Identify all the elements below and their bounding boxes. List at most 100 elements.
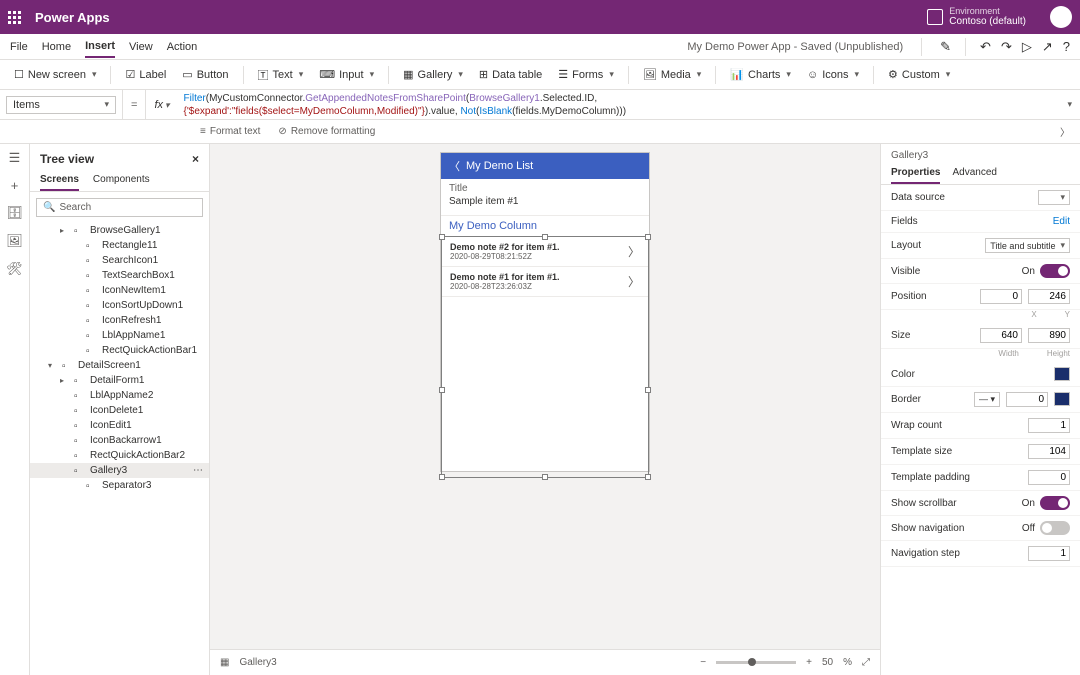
icons-button[interactable]: ☺ Icons▾ (801, 66, 865, 84)
visible-toggle[interactable] (1040, 264, 1070, 278)
tree-node[interactable]: ▫SearchIcon1 (30, 253, 209, 268)
nav-step-input[interactable] (1028, 546, 1070, 561)
equals-icon: = (122, 90, 146, 119)
breadcrumb[interactable]: Gallery3 (239, 657, 276, 668)
tree-node[interactable]: ▫RectQuickActionBar2 (30, 448, 209, 463)
tree-node[interactable]: ▫IconEdit1 (30, 418, 209, 433)
menu-bar: File Home Insert View Action My Demo Pow… (0, 34, 1080, 60)
share-icon[interactable]: ↗ (1042, 35, 1053, 59)
avatar[interactable] (1050, 6, 1072, 28)
border-color[interactable] (1054, 392, 1070, 406)
gallery-selected[interactable]: Demo note #2 for item #1.2020-08-29T08:2… (441, 236, 649, 478)
template-size-input[interactable] (1028, 444, 1070, 459)
datasource-select[interactable]: ▾ (1038, 190, 1070, 205)
menu-file[interactable]: File (10, 37, 28, 57)
tree-node[interactable]: ▫IconNewItem1 (30, 283, 209, 298)
tree-node[interactable]: ▸▫DetailForm1 (30, 373, 209, 388)
tab-screens[interactable]: Screens (40, 170, 79, 191)
menu-insert[interactable]: Insert (85, 36, 115, 58)
wrap-input[interactable] (1028, 418, 1070, 433)
menu-action[interactable]: Action (167, 37, 198, 57)
zoom-out-icon[interactable]: − (700, 657, 706, 668)
left-rail: ☰ + 🗄 🖼 🛠 (0, 144, 30, 675)
media-button[interactable]: 🖼 Media▾ (637, 65, 707, 84)
undo-icon[interactable]: ↶ (980, 35, 991, 59)
tree-node[interactable]: ▫IconDelete1 (30, 403, 209, 418)
property-selector[interactable]: Items▾ (6, 96, 116, 114)
gallery-button[interactable]: ▦ Gallery▾ (397, 65, 469, 84)
label-button[interactable]: ☑ Label (119, 65, 172, 84)
waffle-icon[interactable] (8, 11, 21, 24)
insert-icon[interactable]: + (11, 178, 19, 193)
tree-node[interactable]: ▫LblAppName2 (30, 388, 209, 403)
zoom-value: 50 (822, 657, 833, 668)
layout-select[interactable]: Title and subtitle▾ (985, 238, 1070, 253)
color-swatch[interactable] (1054, 367, 1070, 381)
advanced-tools-icon[interactable]: 🛠 (6, 261, 23, 277)
button-button[interactable]: ▭ Button (176, 65, 234, 84)
scrollbar-toggle[interactable] (1040, 496, 1070, 510)
chevron-right-icon: 〉 (628, 273, 640, 290)
canvas: 〈My Demo List Title Sample item #1 My De… (210, 144, 880, 675)
tree-node[interactable]: ▾▫DetailScreen1 (30, 358, 209, 373)
gallery-row[interactable]: Demo note #2 for item #1.2020-08-29T08:2… (442, 237, 648, 267)
back-icon[interactable]: 〈 (449, 158, 460, 174)
border-width-input[interactable] (1006, 392, 1048, 407)
column-label: My Demo Column (441, 215, 649, 236)
format-row: ≡ Format text ⊘ Remove formatting 〉 (0, 120, 1080, 144)
selection-name: Gallery3 (881, 144, 1080, 163)
expand-formula-icon[interactable]: ▾ (1059, 99, 1080, 110)
pos-y-input[interactable] (1028, 289, 1070, 304)
tree-node[interactable]: ▫TextSearchBox1 (30, 268, 209, 283)
tree-node[interactable]: ▫Rectangle11 (30, 238, 209, 253)
format-text-button[interactable]: ≡ Format text (200, 126, 260, 137)
toolbar: ☐ New screen▾ ☑ Label ▭ Button 🅃 Text▾ ⌨… (0, 60, 1080, 90)
tree-node[interactable]: ▫IconSortUpDown1 (30, 298, 209, 313)
input-button[interactable]: ⌨ Input▾ (313, 65, 380, 84)
collapse-format-icon[interactable]: 〉 (1060, 124, 1080, 139)
new-screen-button[interactable]: ☐ New screen▾ (8, 65, 102, 84)
zoom-in-icon[interactable]: + (806, 657, 812, 668)
navigation-toggle[interactable] (1040, 521, 1070, 535)
tree-close-icon[interactable]: × (192, 152, 199, 166)
formula-input[interactable]: Filter(MyCustomConnector.GetAppendedNote… (178, 90, 1058, 120)
data-icon[interactable]: 🗄 (6, 205, 23, 221)
tree-node[interactable]: ▫IconBackarrow1 (30, 433, 209, 448)
pos-x-input[interactable] (980, 289, 1022, 304)
zoom-slider[interactable] (716, 661, 796, 664)
height-input[interactable] (1028, 328, 1070, 343)
tree-view-icon[interactable]: ☰ (9, 150, 21, 166)
text-button[interactable]: 🅃 Text▾ (252, 64, 310, 86)
charts-button[interactable]: 📊 Charts▾ (724, 65, 797, 84)
tree-node[interactable]: ▸▫BrowseGallery1 (30, 223, 209, 238)
fields-edit-link[interactable]: Edit (1053, 216, 1070, 227)
gallery-row[interactable]: Demo note #1 for item #1.2020-08-28T23:2… (442, 267, 648, 297)
environment-picker[interactable]: EnvironmentContoso (default) (927, 7, 1026, 28)
tree-title: Tree view (40, 152, 94, 166)
help-icon[interactable]: ? (1063, 35, 1070, 58)
preview-icon[interactable]: ▷ (1022, 35, 1032, 59)
tree-node[interactable]: ▫RectQuickActionBar1 (30, 343, 209, 358)
tree-node[interactable]: ▫Separator3 (30, 478, 209, 493)
remove-formatting-button[interactable]: ⊘ Remove formatting (278, 126, 375, 137)
menu-view[interactable]: View (129, 37, 153, 57)
custom-button[interactable]: ⚙ Custom▾ (882, 65, 956, 84)
template-padding-input[interactable] (1028, 470, 1070, 485)
tab-components[interactable]: Components (93, 170, 150, 191)
tree-node[interactable]: ▫IconRefresh1 (30, 313, 209, 328)
menu-home[interactable]: Home (42, 37, 71, 57)
app-checker-icon[interactable]: ✎ (940, 35, 951, 59)
tree-node[interactable]: ▫Gallery3⋯ (30, 463, 209, 478)
media-rail-icon[interactable]: 🖼 (6, 233, 23, 249)
tree-node[interactable]: ▫LblAppName1 (30, 328, 209, 343)
tab-properties[interactable]: Properties (891, 163, 940, 184)
tab-advanced[interactable]: Advanced (952, 163, 996, 184)
forms-button[interactable]: ☰ Forms▾ (552, 65, 620, 84)
redo-icon[interactable]: ↷ (1001, 35, 1012, 59)
fit-icon[interactable]: ⤢ (862, 657, 870, 668)
border-style[interactable]: — ▾ (974, 392, 1000, 407)
tree-search[interactable]: 🔍 Search (36, 198, 203, 217)
datatable-button[interactable]: ⊞ Data table (473, 65, 548, 84)
width-input[interactable] (980, 328, 1022, 343)
app-title: Power Apps (35, 10, 110, 25)
